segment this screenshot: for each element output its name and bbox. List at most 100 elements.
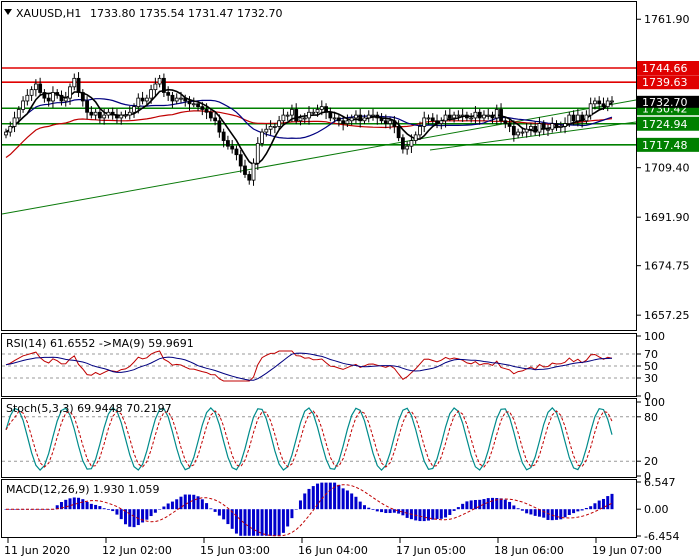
macd-histogram-bar xyxy=(542,509,546,518)
candle-body xyxy=(537,123,542,133)
candle-body xyxy=(516,131,521,136)
candle-body xyxy=(405,145,410,150)
candle-body xyxy=(366,114,371,119)
price-tick-label: 1761.90 xyxy=(644,13,690,26)
macd-histogram-bar xyxy=(128,509,132,527)
macd-histogram-bar xyxy=(341,488,345,510)
candle-body xyxy=(482,114,486,119)
candle-body xyxy=(166,92,171,96)
candle-body xyxy=(332,117,337,120)
macd-histogram-bar xyxy=(64,499,68,510)
macd-title: MACD(12,26,9) 1.930 1.059 xyxy=(6,483,160,496)
candle-body xyxy=(511,126,516,136)
macd-histogram-bar xyxy=(111,509,115,512)
macd-histogram-bar xyxy=(503,499,507,510)
macd-histogram-bar xyxy=(456,507,460,510)
candle-body xyxy=(72,77,77,88)
candle-body xyxy=(149,89,153,99)
candle-body xyxy=(336,117,341,122)
macd-histogram-bar xyxy=(273,509,277,536)
macd-histogram-bar xyxy=(290,509,294,519)
candle-body xyxy=(191,103,196,106)
candle-body xyxy=(174,97,179,102)
candle-body xyxy=(345,120,350,124)
macd-histogram-bar xyxy=(213,509,217,512)
candle-body xyxy=(379,117,384,122)
candle-body xyxy=(264,128,269,133)
macd-histogram-bar xyxy=(533,509,537,516)
candle-body xyxy=(588,103,593,116)
macd-histogram-bar xyxy=(94,504,98,510)
macd-histogram-bar xyxy=(226,509,230,525)
candle-body xyxy=(89,111,94,116)
macd-histogram-bar xyxy=(529,509,533,515)
macd-histogram-bar xyxy=(444,509,448,518)
macd-histogram-bar xyxy=(209,508,213,510)
candle-body xyxy=(93,111,98,116)
level-price-label: 1739.63 xyxy=(642,76,688,89)
candle-body xyxy=(541,123,546,130)
main-panel xyxy=(1,1,637,331)
macd-histogram-bar xyxy=(200,499,204,510)
rsi-title: RSI(14) 61.6552 ->MA(9) 59.9691 xyxy=(6,337,194,350)
price-tick-label: 1657.25 xyxy=(644,309,690,322)
macd-histogram-bar xyxy=(422,509,426,522)
candle-body xyxy=(503,120,508,124)
macd-histogram-bar xyxy=(149,509,153,517)
macd-histogram-bar xyxy=(512,505,516,510)
candle-body xyxy=(132,106,136,113)
indicator-tick-label: 0.00 xyxy=(644,503,669,516)
macd-histogram-bar xyxy=(234,509,238,534)
candle-body xyxy=(383,120,388,124)
candle-body xyxy=(524,128,529,133)
candle-body xyxy=(554,123,559,127)
candle-body xyxy=(196,103,200,108)
macd-histogram-bar xyxy=(576,509,580,512)
macd-histogram-bar xyxy=(337,484,341,510)
macd-histogram-bar xyxy=(546,509,550,520)
candle-body xyxy=(157,77,162,85)
candle-body xyxy=(490,114,495,119)
candle-body xyxy=(217,120,222,133)
macd-histogram-bar xyxy=(367,507,371,510)
macd-histogram-bar xyxy=(435,509,439,519)
macd-histogram-bar xyxy=(324,482,328,510)
candle-body xyxy=(486,114,491,117)
macd-histogram-bar xyxy=(491,497,495,510)
macd-histogram-bar xyxy=(205,503,209,510)
time-tick-label: 19 Jun 07:00 xyxy=(592,544,662,557)
candle-body xyxy=(12,117,17,127)
macd-histogram-bar xyxy=(311,486,315,510)
macd-histogram-bar xyxy=(448,509,452,515)
macd-histogram-bar xyxy=(102,508,106,510)
candle-body xyxy=(452,114,456,119)
candle-body xyxy=(341,120,346,124)
candle-body xyxy=(533,126,538,133)
candle-body xyxy=(439,120,444,124)
macd-histogram-bar xyxy=(525,509,529,514)
candle-body xyxy=(546,128,550,131)
candle-body xyxy=(447,114,452,119)
candle-body xyxy=(170,94,175,102)
candle-body xyxy=(251,162,256,181)
macd-histogram-bar xyxy=(350,493,354,510)
macd-histogram-bar xyxy=(68,498,72,510)
macd-histogram-bar xyxy=(593,503,597,510)
candle-body xyxy=(179,97,183,100)
candle-body xyxy=(550,123,555,130)
price-tick-label: 1674.75 xyxy=(644,260,690,273)
time-tick-label: 18 Jun 06:00 xyxy=(494,544,564,557)
macd-histogram-bar xyxy=(136,509,140,526)
candle-body xyxy=(144,97,149,102)
candle-body xyxy=(238,154,243,167)
candle-body xyxy=(97,111,102,119)
level-price-label: 1724.94 xyxy=(642,118,688,131)
candle-body xyxy=(255,142,260,164)
candle-body xyxy=(302,117,307,120)
candle-body xyxy=(268,126,273,130)
level-price-label: 1744.66 xyxy=(642,62,688,75)
macd-histogram-bar xyxy=(426,509,430,521)
macd-histogram-bar xyxy=(362,505,366,510)
candle-body xyxy=(358,114,363,122)
macd-histogram-bar xyxy=(264,509,268,536)
